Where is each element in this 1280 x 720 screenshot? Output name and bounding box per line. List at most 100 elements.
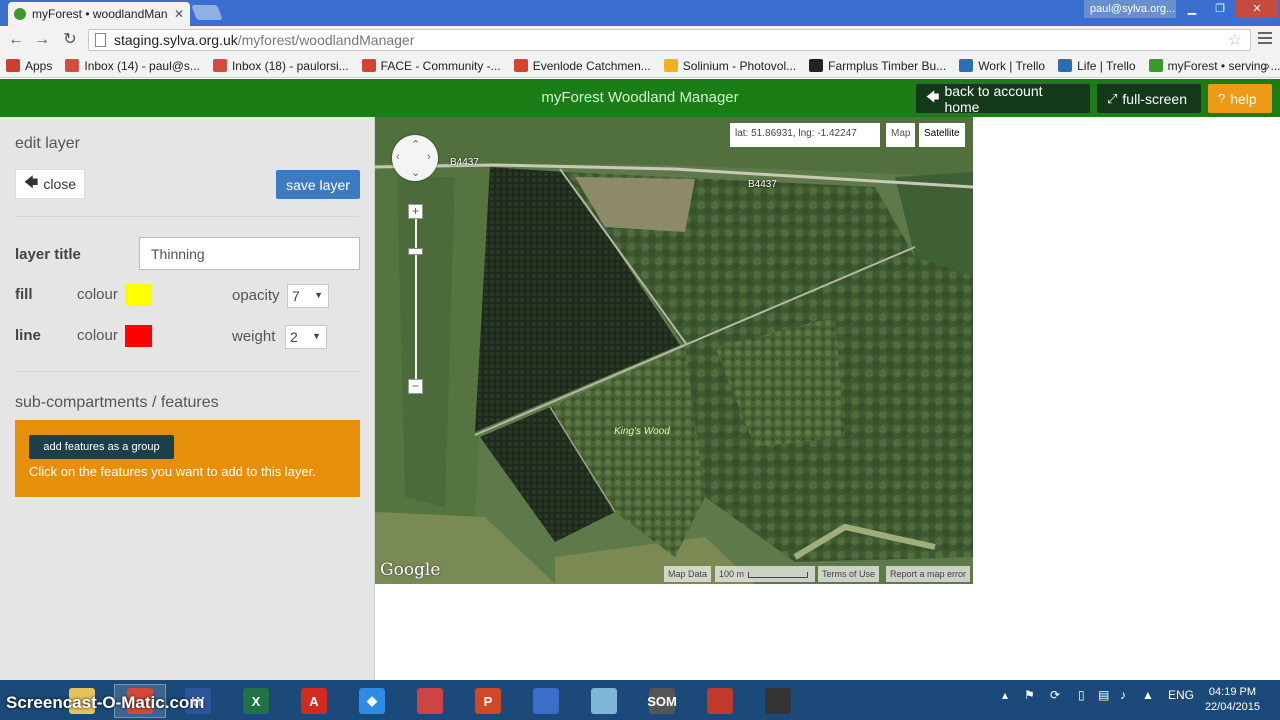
google-logo: Google [380, 560, 441, 580]
bookmark-item[interactable]: Inbox (14) - paul@s... [65, 59, 200, 73]
pan-left-icon[interactable]: ‹ [396, 151, 400, 163]
bookmark-item[interactable]: Solinium - Photovol... [663, 59, 796, 73]
network-icon[interactable]: ▤ [1098, 688, 1109, 702]
maximize-icon[interactable]: ❐ [1206, 0, 1234, 18]
weight-value: 2 [290, 329, 298, 345]
satellite-map[interactable]: ⌃ ⌄ ‹ › + − lat: 51.86931, lng: -1.42247… [375, 117, 973, 584]
bookmark-label: Farmplus Timber Bu... [828, 58, 947, 73]
line-colour-swatch[interactable] [125, 325, 152, 347]
browser-tab-bar: myForest • woodlandMan ✕ paul@sylva.org.… [0, 0, 1280, 26]
new-tab-button[interactable] [191, 5, 223, 20]
expand-icon: ⤢ [1107, 90, 1118, 106]
save-layer-button[interactable]: save layer [276, 170, 360, 199]
window-close-icon[interactable]: ✕ [1236, 0, 1278, 18]
edit-layer-panel: edit layer 🡄 close save layer layer titl… [0, 117, 375, 680]
bookmark-star-icon[interactable]: ☆ [1228, 30, 1242, 52]
wood-label: King's Wood [614, 426, 670, 437]
recording-watermark: Screencast-O-Matic.com [6, 693, 205, 712]
bookmark-item[interactable]: Life | Trello [1058, 59, 1136, 73]
clock-date: 22/04/2015 [1204, 701, 1260, 713]
taskbar-app[interactable] [578, 684, 630, 718]
map-type-satellite-button[interactable]: Satellite [919, 123, 965, 147]
bookmark-item[interactable]: Inbox (18) - paulorsi... [212, 58, 349, 73]
minimize-icon[interactable]: ▁ [1178, 0, 1206, 18]
volume-icon[interactable]: ♪ [1120, 688, 1126, 702]
sync-icon[interactable]: ⟳ [1050, 688, 1060, 702]
url-input[interactable]: staging.sylva.org.uk /myforest/woodlandM… [88, 29, 1251, 51]
bookmark-item[interactable]: Apps [6, 59, 52, 73]
drive-icon[interactable]: ▲ [1142, 688, 1154, 702]
dropdown-arrow-icon: ▼ [314, 290, 323, 300]
zoom-slider-handle[interactable] [408, 248, 423, 255]
browser-menu-icon[interactable] [1258, 32, 1272, 47]
tray-expand-icon[interactable]: ▴ [1002, 688, 1008, 702]
address-bar: ← → ↻ staging.sylva.org.uk /myforest/woo… [0, 26, 1280, 54]
bookmark-item[interactable]: Evenlode Catchmen... [513, 58, 651, 73]
system-clock[interactable]: 04:19 PM 22/04/2015 [1205, 685, 1260, 715]
taskbar-app[interactable]: ◆ [346, 684, 398, 718]
pan-control[interactable]: ⌃ ⌄ ‹ › [392, 135, 438, 181]
opacity-label: opacity [232, 287, 280, 304]
layer-title-input[interactable]: Thinning [139, 237, 360, 270]
weight-select[interactable]: 2 ▼ [285, 325, 327, 349]
account-badge[interactable]: paul@sylva.org... [1084, 0, 1176, 18]
group-hint-text: Click on the features you want to add to… [29, 464, 316, 479]
zoom-out-button[interactable]: − [408, 379, 423, 394]
help-button[interactable]: ? help [1208, 84, 1272, 113]
bookmark-item[interactable]: Farmplus Timber Bu... [809, 59, 946, 73]
report-error-link[interactable]: Report a map error [886, 566, 971, 582]
back-arrow-icon[interactable]: ← [6, 30, 26, 50]
taskbar-app[interactable]: P [462, 684, 514, 718]
bookmarks-more-button[interactable]: » [1263, 58, 1270, 73]
add-features-group-button[interactable]: add features as a group [29, 435, 174, 459]
pan-down-icon[interactable]: ⌄ [411, 166, 420, 179]
close-tab-icon[interactable]: ✕ [174, 7, 184, 21]
pan-right-icon[interactable]: › [427, 151, 431, 163]
flag-icon[interactable]: ⚑ [1024, 688, 1035, 702]
road-label: B4437 [450, 157, 479, 168]
gmail-icon [212, 59, 227, 72]
bookmark-label: Evenlode Catchmen... [532, 58, 651, 73]
screen-capture-icon [765, 688, 791, 714]
battery-icon[interactable]: ▯ [1078, 688, 1085, 702]
panel-title: edit layer [15, 135, 80, 152]
browser-tab[interactable]: myForest • woodlandMan ✕ [8, 2, 190, 26]
bookmark-label: FACE - Community -... [380, 58, 501, 73]
bookmark-item[interactable]: Work | Trello [959, 59, 1045, 73]
reload-icon[interactable]: ↻ [60, 30, 80, 50]
back-to-account-button[interactable]: 🡄 back to account home [916, 83, 1090, 115]
taskbar-app[interactable]: X [230, 684, 282, 718]
som-icon: SOM [647, 688, 677, 714]
taskbar-app[interactable] [694, 684, 746, 718]
taskbar-app[interactable] [404, 684, 456, 718]
fill-colour-swatch[interactable] [125, 284, 152, 306]
taskbar-app[interactable]: SOM [636, 684, 688, 718]
arrow-left-icon: 🡄 [23, 174, 39, 190]
zoom-in-button[interactable]: + [408, 204, 423, 219]
paint-icon [417, 688, 443, 714]
taskbar-app[interactable] [752, 684, 804, 718]
map-data-link[interactable]: Map Data [664, 566, 712, 582]
bookmark-item[interactable]: myForest • serving ... [1148, 59, 1280, 73]
fill-label: fill [15, 286, 33, 303]
feature-select-box: add features as a group Click on the fea… [15, 420, 360, 497]
question-icon: ? [1218, 91, 1226, 106]
map-type-map-button[interactable]: Map [886, 123, 916, 147]
zoom-slider-track[interactable] [415, 211, 417, 387]
close-button[interactable]: 🡄 close [15, 169, 85, 199]
language-indicator[interactable]: ENG [1168, 688, 1194, 702]
terms-link[interactable]: Terms of Use [818, 566, 880, 582]
bookmark-label: Inbox (18) - paulorsi... [231, 58, 349, 73]
fill-colour-label: colour [77, 286, 118, 303]
pan-up-icon[interactable]: ⌃ [411, 138, 420, 151]
forward-arrow-icon[interactable]: → [32, 30, 52, 50]
letter-f-icon [809, 59, 824, 72]
fullscreen-button[interactable]: ⤢ full-screen [1097, 84, 1201, 113]
apps-grid-icon [6, 59, 20, 72]
bookmark-item[interactable]: FACE - Community -... [361, 58, 501, 73]
taskbar-app[interactable] [520, 684, 572, 718]
taskbar-app[interactable]: A [288, 684, 340, 718]
divider [15, 216, 359, 217]
acrobat-icon: A [301, 688, 327, 714]
opacity-select[interactable]: 7 ▼ [287, 284, 329, 308]
